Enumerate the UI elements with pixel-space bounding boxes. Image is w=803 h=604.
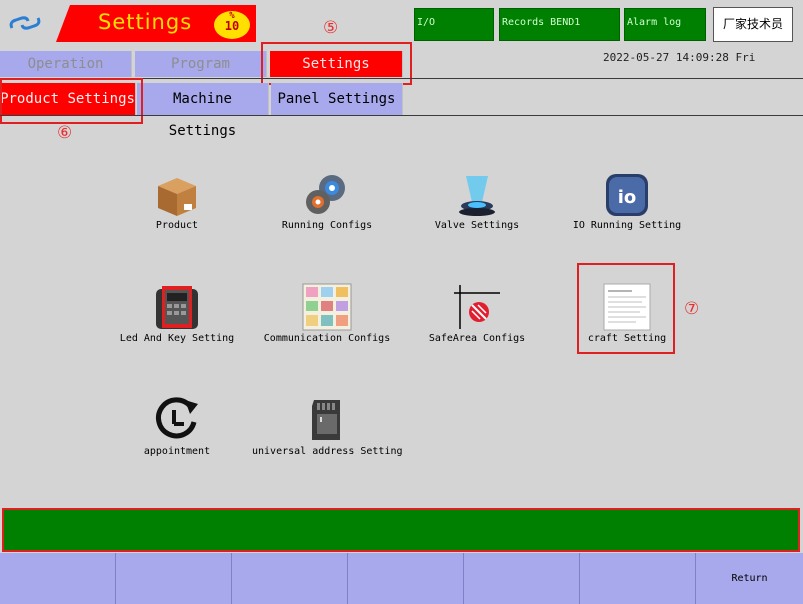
universal-address-setting-label: universal address Setting bbox=[252, 446, 403, 457]
running-configs-item[interactable]: Running Configs bbox=[252, 172, 402, 231]
subtab-panel-settings[interactable]: Panel Settings bbox=[271, 83, 403, 115]
subtab-machine-settings[interactable]: Machine Settings bbox=[137, 83, 269, 139]
annotation-5: ⑤ bbox=[323, 18, 339, 38]
sdcard-icon bbox=[312, 400, 340, 440]
bottom-button-6[interactable] bbox=[580, 553, 696, 604]
datetime-display: 2022-05-27 14:09:28 Fri bbox=[603, 51, 756, 64]
product-item[interactable]: Product bbox=[102, 172, 252, 231]
alarm-log-button[interactable]: Alarm log bbox=[624, 8, 706, 41]
safearea-configs-item[interactable]: SafeArea Configs bbox=[402, 283, 552, 344]
universal-address-setting-item[interactable]: universal address Setting bbox=[252, 396, 403, 457]
annotation-7: ⑦ bbox=[684, 299, 700, 319]
keypad-icon bbox=[156, 286, 198, 329]
badge-value: 10 bbox=[224, 19, 240, 33]
annotation-box-product-settings bbox=[0, 78, 143, 124]
io-button[interactable]: I/O bbox=[414, 8, 494, 41]
communication-configs-label: Communication Configs bbox=[263, 333, 391, 344]
tab-operation[interactable]: Operation bbox=[0, 51, 132, 77]
status-bar bbox=[2, 508, 800, 552]
bottom-button-2[interactable] bbox=[116, 553, 232, 604]
return-button[interactable]: Return bbox=[696, 553, 803, 604]
svg-text:io: io bbox=[618, 187, 637, 208]
collage-icon bbox=[302, 283, 352, 331]
bottom-button-4[interactable] bbox=[348, 553, 464, 604]
safearea-icon bbox=[454, 285, 500, 329]
io-icon: io bbox=[606, 174, 648, 216]
valve-settings-item[interactable]: Valve Settings bbox=[402, 172, 552, 231]
io-running-setting-label: IO Running Setting bbox=[572, 220, 682, 231]
valve-settings-label: Valve Settings bbox=[434, 220, 520, 231]
led-key-setting-label: Led And Key Setting bbox=[119, 333, 235, 344]
bottom-button-3[interactable] bbox=[232, 553, 348, 604]
divider bbox=[0, 115, 803, 116]
clock-icon bbox=[156, 397, 198, 439]
page-title: Settings bbox=[98, 10, 193, 34]
io-running-setting-item[interactable]: io IO Running Setting bbox=[552, 172, 702, 231]
user-role-button[interactable]: 厂家技术员 bbox=[713, 7, 793, 42]
hologram-icon bbox=[459, 176, 495, 216]
appointment-item[interactable]: appointment bbox=[102, 396, 252, 457]
records-button[interactable]: Records BEND1 bbox=[499, 8, 620, 41]
box-icon bbox=[158, 178, 196, 216]
percent-badge: % 10 bbox=[214, 11, 250, 39]
led-key-setting-item[interactable]: Led And Key Setting bbox=[102, 283, 252, 344]
link-logo-icon bbox=[9, 16, 41, 30]
annotation-6: ⑥ bbox=[57, 123, 73, 143]
bottom-button-5[interactable] bbox=[464, 553, 580, 604]
product-label: Product bbox=[155, 220, 199, 231]
annotation-box-craft-setting bbox=[577, 263, 675, 354]
tab-program[interactable]: Program bbox=[135, 51, 267, 77]
bottom-button-1[interactable] bbox=[0, 553, 116, 604]
safearea-configs-label: SafeArea Configs bbox=[428, 333, 526, 344]
running-configs-label: Running Configs bbox=[281, 220, 373, 231]
communication-configs-item[interactable]: Communication Configs bbox=[252, 283, 402, 344]
gears-icon bbox=[306, 175, 345, 214]
appointment-label: appointment bbox=[143, 446, 211, 457]
